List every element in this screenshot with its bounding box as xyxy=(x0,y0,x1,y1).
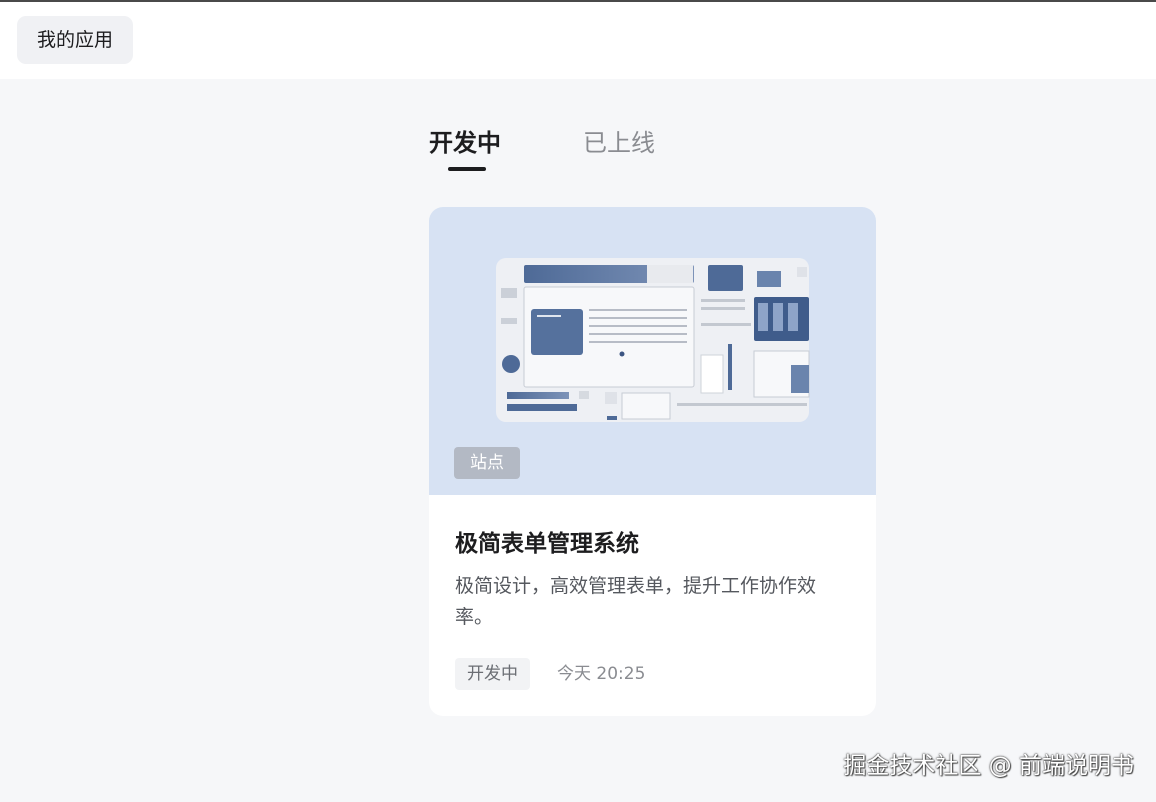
updated-time: 今天 20:25 xyxy=(557,664,646,684)
top-bar: 我的应用 xyxy=(0,0,1156,79)
app-cover-image: 站点 xyxy=(429,207,876,495)
app-title: 极简表单管理系统 xyxy=(455,531,639,557)
app-description: 极简设计，高效管理表单，提升工作协作效率。 xyxy=(455,575,817,628)
tab-in-development[interactable]: 开发中 xyxy=(429,123,501,158)
my-apps-button[interactable]: 我的应用 xyxy=(17,16,134,64)
watermark: 掘金技术社区 @ 前端说明书 xyxy=(843,753,1134,779)
app-card[interactable]: 站点 极简表单管理系统 极简设计，高效管理表单，提升工作协作效率。 开发中 今天… xyxy=(429,207,876,716)
active-tab-indicator xyxy=(448,167,486,171)
status-badge: 开发中 xyxy=(455,658,530,690)
app-type-tag: 站点 xyxy=(454,447,520,479)
tab-online[interactable]: 已上线 xyxy=(583,123,655,158)
main-content: 开发中 已上线 站点 极简表单管理系统 极简设计，高效管理表单，提升工作协作效率… xyxy=(0,79,1156,802)
